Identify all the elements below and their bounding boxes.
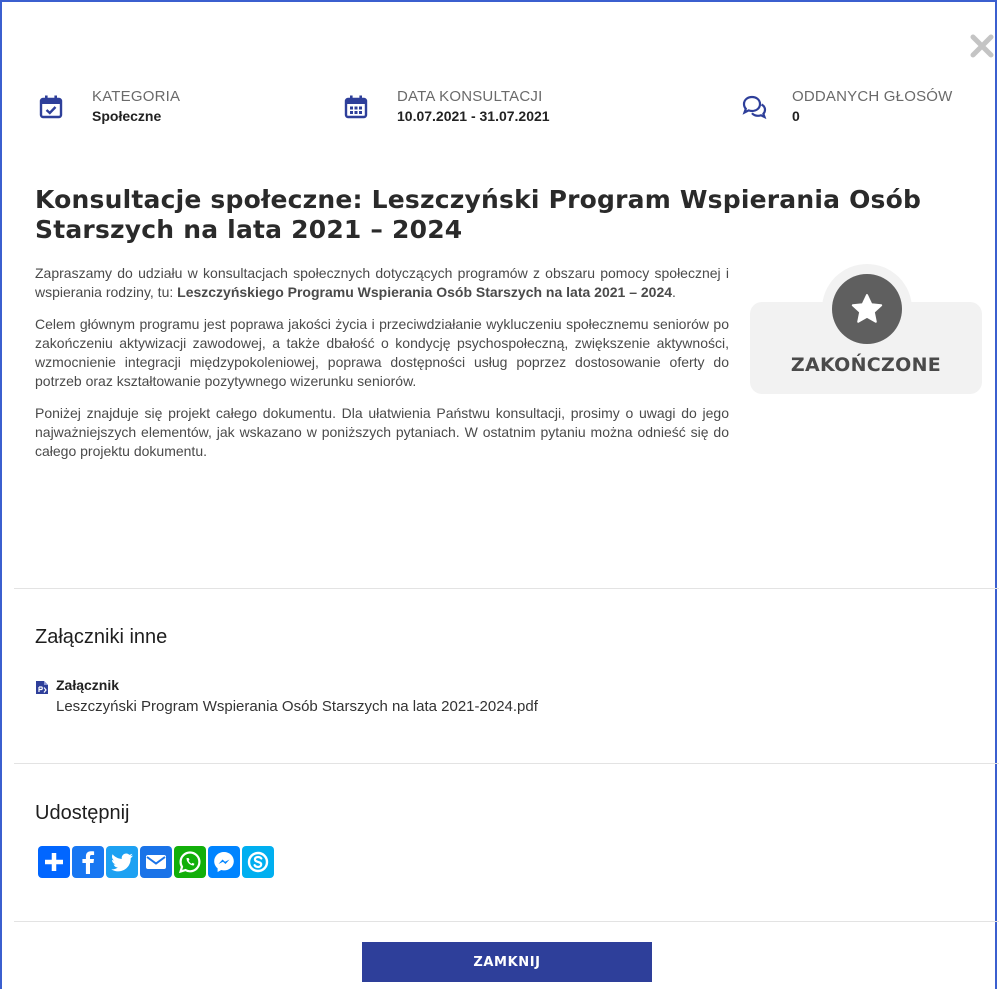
messenger-share-button[interactable] [208,846,240,878]
file-pdf-icon [36,681,48,694]
attachments-heading: Załączniki inne [35,626,168,648]
attachment-file-link[interactable]: Leszczyński Program Wspierania Osób Star… [56,698,538,715]
plus-icon [45,853,63,871]
share-heading: Udostępnij [35,802,130,824]
share-more-button[interactable] [38,846,70,878]
facebook-icon [82,851,95,874]
comments-icon [742,95,767,120]
star-icon [832,274,902,344]
meta-votes-value: 0 [792,108,800,124]
calendar-icon [344,95,368,119]
email-share-button[interactable] [140,846,172,878]
facebook-share-button[interactable] [72,846,104,878]
twitter-icon [111,853,133,872]
whatsapp-icon [178,851,201,874]
whatsapp-share-button[interactable] [174,846,206,878]
meta-date-label: DATA KONSULTACJI [397,88,543,105]
calendar-check-icon [39,95,63,119]
consultation-modal: KATEGORIA Społeczne DATA KONSULTACJI 10.… [0,0,999,989]
meta-date-value: 10.07.2021 - 31.07.2021 [397,108,550,124]
status-badge: ZAKOŃCZONE [750,264,982,394]
messenger-icon [214,852,234,872]
skype-icon [247,851,269,873]
description-text-end: . [672,284,676,300]
meta-votes: ODDANYCH GŁOSÓW 0 [740,88,953,126]
skype-share-button[interactable] [242,846,274,878]
attachment-title[interactable]: Załącznik [56,677,119,693]
meta-category: KATEGORIA Społeczne [38,88,180,126]
description-paragraph-2: Celem głównym programu jest poprawa jako… [35,316,729,389]
envelope-icon [146,855,166,869]
divider [14,763,999,764]
description: Zapraszamy do udziału w konsultacjach sp… [35,264,729,474]
meta-votes-label: ODDANYCH GŁOSÓW [792,88,953,105]
meta-date: DATA KONSULTACJI 10.07.2021 - 31.07.2021 [343,88,550,126]
meta-category-value: Społeczne [92,108,162,124]
divider [14,588,999,589]
meta-category-label: KATEGORIA [92,88,181,105]
description-program-name: Leszczyńskiego Programu Wspierania Osób … [177,284,673,300]
status-label: ZAKOŃCZONE [790,354,942,376]
share-buttons [38,846,274,878]
twitter-share-button[interactable] [106,846,138,878]
page-title: Konsultacje społeczne: Leszczyński Progr… [35,185,922,244]
close-button[interactable]: ZAMKNIJ [362,942,652,982]
description-paragraph-3: Poniżej znajduje się projekt całego doku… [35,405,729,459]
description-paragraph-1: Zapraszamy do udziału w konsultacjach sp… [35,264,729,302]
close-icon[interactable] [966,30,998,62]
divider [14,921,999,922]
